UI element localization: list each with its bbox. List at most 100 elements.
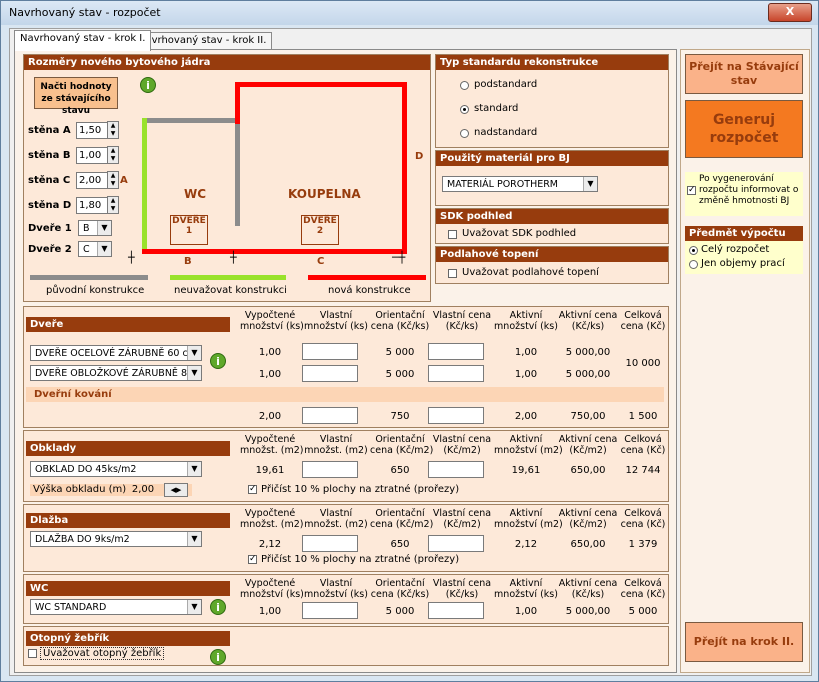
door-hardware-header: Dveřní kování xyxy=(26,387,664,402)
heater-label[interactable]: Uvažovat otopný žebřík xyxy=(40,647,165,660)
notify-checkbox[interactable]: ✓ xyxy=(687,186,696,195)
radio-quantities-only[interactable] xyxy=(689,260,698,269)
tiles-own-qty[interactable] xyxy=(302,461,358,478)
tab-step-1[interactable]: Navrhovaný stav - krok I. xyxy=(14,30,152,51)
col-active-price: Aktivní cena (Kč/m2) xyxy=(558,434,618,456)
wall-new xyxy=(235,82,407,87)
tiles-waste-label[interactable]: Přičíst 10 % plochy na ztratné (prořezy) xyxy=(261,484,459,495)
floor-heating-checkbox[interactable] xyxy=(448,269,457,278)
wall-c-marker: C xyxy=(317,256,325,267)
hardware-own-price[interactable] xyxy=(428,407,484,424)
doors-header: Dveře xyxy=(26,317,230,332)
door-1-symbol: DVEŘE 1 xyxy=(170,215,208,245)
option-standard[interactable]: standard xyxy=(474,103,518,114)
door-type-1-select[interactable]: DVEŘE OCELOVÉ ZÁRUBNĚ 60 cm ▼ xyxy=(30,345,202,361)
dimensions-header: Rozměry nového bytového jádra xyxy=(24,55,430,70)
tab-page: Rozměry nového bytového jádra Načti hodn… xyxy=(14,49,677,673)
floor-active-price: 650,00 xyxy=(570,539,606,550)
radio-standard[interactable] xyxy=(460,105,469,114)
door-2-own-qty[interactable] xyxy=(302,365,358,382)
radio-podstandard[interactable] xyxy=(460,81,469,90)
tiles-header: Obklady xyxy=(26,441,230,456)
radio-nadstandard[interactable] xyxy=(460,129,469,138)
load-existing-button[interactable]: Načti hodnoty ze stávajícího stavu xyxy=(34,77,118,116)
generate-button[interactable]: Generuj rozpočet xyxy=(685,100,803,158)
floor-waste-label[interactable]: Přičíst 10 % plochy na ztratné (prořezy) xyxy=(261,554,459,565)
option-podstandard[interactable]: podstandard xyxy=(474,79,537,90)
wall-d-input[interactable]: 1,80 xyxy=(76,197,110,214)
sdk-panel: SDK podhled Uvažovat SDK podhled xyxy=(435,208,669,244)
option-nadstandard[interactable]: nadstandard xyxy=(474,127,537,138)
tile-height-scroller[interactable]: ◀▶ xyxy=(164,483,188,497)
floor-heating-header: Podlahové topení xyxy=(436,247,668,262)
sdk-header: SDK podhled xyxy=(436,209,668,224)
wc-type-select[interactable]: WC STANDARD ▼ xyxy=(30,599,202,615)
door-1-select[interactable]: B ▼ xyxy=(78,220,112,236)
goto-existing-button[interactable]: Přejít na Stávající stav xyxy=(685,54,803,94)
wall-a-spinner[interactable]: ▲ ▼ xyxy=(107,121,119,139)
wall-b-spinner[interactable]: ▲ ▼ xyxy=(107,146,119,164)
window: Navrhovaný stav - rozpočet X Navrhovaný … xyxy=(0,0,819,682)
col-calc-qty: Vypočtené množst. (m2) xyxy=(240,434,304,456)
door-2-active-price: 5 000,00 xyxy=(565,369,611,380)
wall-a-marker: A xyxy=(120,175,128,186)
notify-label[interactable]: Po vygenerování rozpočtu informovat o zm… xyxy=(699,174,803,207)
door-2-symbol-label: DVEŘE xyxy=(303,216,337,226)
info-icon[interactable]: i xyxy=(210,353,226,369)
door-2-symbol: DVEŘE 2 xyxy=(301,215,339,245)
standard-panel: Typ standardu rekonstrukce podstandard s… xyxy=(435,54,669,148)
sdk-label[interactable]: Uvažovat SDK podhled xyxy=(462,228,576,239)
col-active-qty: Aktivní množství (m2) xyxy=(494,434,563,456)
door-2-select[interactable]: C ▼ xyxy=(78,241,112,257)
door-2-est-price: 5 000 xyxy=(385,369,415,380)
wall-original xyxy=(235,118,240,226)
option-quantities-only[interactable]: Jen objemy prací xyxy=(701,258,785,269)
tiles-calc-qty: 19,61 xyxy=(255,465,285,476)
wc-own-price[interactable] xyxy=(428,602,484,619)
wall-d-marker: D xyxy=(415,151,424,162)
goto-step2-button[interactable]: Přejít na krok II. xyxy=(685,622,803,662)
door-1-symbol-number: 1 xyxy=(185,226,193,236)
radio-full-budget[interactable] xyxy=(689,246,698,255)
floor-own-qty[interactable] xyxy=(302,535,358,552)
wall-b-input[interactable]: 1,00 xyxy=(76,147,110,164)
tab-step-2[interactable]: Navrhovaný stav - krok II. xyxy=(132,32,273,50)
hardware-own-qty[interactable] xyxy=(302,407,358,424)
floor-own-price[interactable] xyxy=(428,535,484,552)
close-button[interactable]: X xyxy=(768,3,812,22)
col-total: Celková cena (Kč) xyxy=(620,310,666,332)
wall-c-spinner[interactable]: ▲ ▼ xyxy=(107,171,119,189)
door-type-2-select[interactable]: DVEŘE OBLOŽKOVÉ ZÁRUBNĚ 80 cm ▼ xyxy=(30,365,202,381)
info-icon[interactable]: i xyxy=(140,77,156,93)
door-2-own-price[interactable] xyxy=(428,365,484,382)
door-1-own-qty[interactable] xyxy=(302,343,358,360)
info-icon[interactable]: i xyxy=(210,649,226,665)
col-active-qty: Aktivní množství (ks) xyxy=(494,310,558,332)
heater-checkbox[interactable] xyxy=(28,649,37,658)
option-full-budget[interactable]: Celý rozpočet xyxy=(701,244,769,255)
heater-panel: Otopný žebřík Uvažovat otopný žebřík i xyxy=(23,626,669,666)
col-own-price: Vlastní cena (Kč/ks) xyxy=(432,578,492,600)
tiles-est-price: 650 xyxy=(390,465,410,476)
info-icon[interactable]: i xyxy=(210,599,226,615)
legend-ignore-swatch xyxy=(170,275,286,280)
tiles-own-price[interactable] xyxy=(428,461,484,478)
col-active-price: Aktivní cena (Kč/ks) xyxy=(558,578,618,600)
wall-c-input[interactable]: 2,00 xyxy=(76,172,110,189)
floor-type-select[interactable]: DLAŽBA DO 9ks/m2 ▼ xyxy=(30,531,202,547)
floor-heating-label[interactable]: Uvažovat podlahové topení xyxy=(462,267,599,278)
door-2-active-qty: 1,00 xyxy=(514,369,538,380)
wall-a-input[interactable]: 1,50 xyxy=(76,122,110,139)
wc-total: 5 000 xyxy=(628,606,658,617)
door-2-calc-qty: 1,00 xyxy=(258,369,282,380)
tiles-type-select[interactable]: OBKLAD DO 45ks/m2 ▼ xyxy=(30,461,202,477)
tiles-waste-checkbox[interactable]: ✓ xyxy=(248,485,257,494)
sdk-checkbox[interactable] xyxy=(448,230,457,239)
col-total: Celková cena (Kč) xyxy=(620,434,666,456)
floor-heating-panel: Podlahové topení Uvažovat podlahové tope… xyxy=(435,246,669,284)
material-select[interactable]: MATERIÁL POROTHERM ▼ xyxy=(442,176,598,192)
wall-d-spinner[interactable]: ▲ ▼ xyxy=(107,196,119,214)
door-1-own-price[interactable] xyxy=(428,343,484,360)
wc-own-qty[interactable] xyxy=(302,602,358,619)
floor-waste-checkbox[interactable]: ✓ xyxy=(248,555,257,564)
